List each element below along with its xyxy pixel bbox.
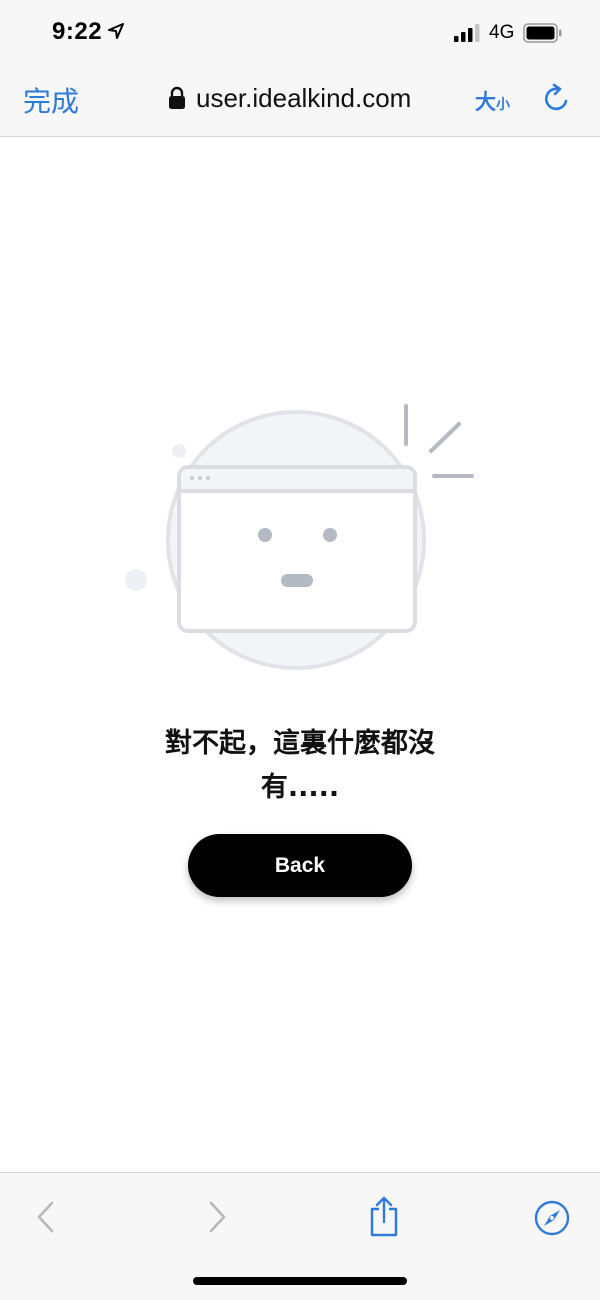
share-icon[interactable] [368, 1195, 400, 1237]
browser-nav-bar: 完成 user.idealkind.com 大小 [0, 64, 600, 137]
cellular-signal-icon [454, 24, 480, 42]
text-size-small-label: 小 [496, 97, 510, 113]
chevron-left-icon[interactable] [34, 1199, 58, 1235]
decor-dot-small [172, 444, 186, 458]
lock-icon [169, 86, 185, 109]
status-time: 9:22 [52, 18, 103, 45]
window-dot [190, 476, 194, 480]
empty-state-message: 對不起，這裏什麼都沒有..... [165, 728, 435, 803]
face-eye-right [323, 528, 337, 542]
reload-icon[interactable] [541, 83, 573, 115]
decor-dot-large [125, 569, 147, 591]
network-type: 4G [489, 22, 515, 43]
back-button[interactable]: Back [188, 834, 412, 897]
text-size-big-label: 大 [475, 90, 496, 114]
home-indicator[interactable] [193, 1277, 407, 1285]
url-text: user.idealkind.com [196, 82, 412, 113]
compass-icon[interactable] [534, 1200, 570, 1236]
chevron-right-icon[interactable] [205, 1199, 229, 1235]
text-size-button[interactable]: 大小 [475, 86, 510, 116]
spark-line-diagonal [429, 422, 461, 453]
face-eye-left [258, 528, 272, 542]
location-arrow-icon [108, 23, 124, 39]
address-bar[interactable]: user.idealkind.com [168, 81, 411, 115]
window-dot [198, 476, 202, 480]
window-title-bar [181, 469, 413, 491]
empty-state-illustration [125, 404, 474, 670]
done-button[interactable]: 完成 [23, 80, 79, 120]
status-bar: 9:22 4G [0, 0, 600, 64]
window-dot [206, 476, 210, 480]
face-mouth [281, 574, 313, 587]
battery-icon [523, 23, 562, 43]
